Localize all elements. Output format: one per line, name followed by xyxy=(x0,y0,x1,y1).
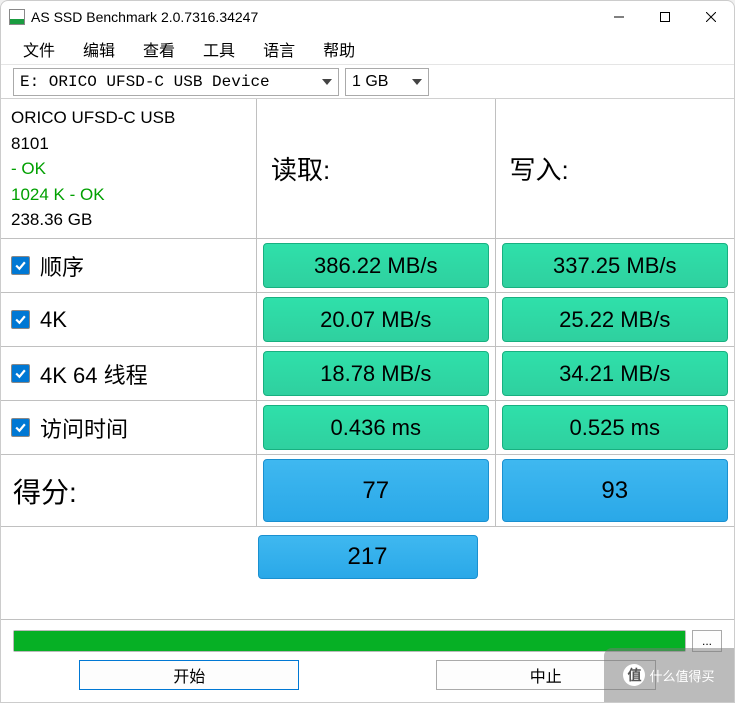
menu-view[interactable]: 查看 xyxy=(143,37,175,61)
4k64-read-value: 18.78 MB/s xyxy=(263,351,489,396)
menubar: 文件 编辑 查看 工具 语言 帮助 xyxy=(1,33,734,65)
device-status-1: - OK xyxy=(11,156,46,182)
total-score-row: 217 xyxy=(1,527,734,587)
device-name: ORICO UFSD-C USB xyxy=(11,105,175,131)
row-4k-label: 4K xyxy=(40,307,67,333)
device-capacity: 238.36 GB xyxy=(11,207,92,233)
score-total: 217 xyxy=(258,535,478,579)
size-select[interactable]: 1 GB xyxy=(345,68,429,96)
4k64-write-value: 34.21 MB/s xyxy=(502,351,729,396)
menu-help[interactable]: 帮助 xyxy=(323,37,355,61)
score-write: 93 xyxy=(502,459,729,522)
progress-area: ... xyxy=(1,620,734,656)
score-label: 得分: xyxy=(1,455,257,527)
row-access-label: 访问时间 xyxy=(40,412,128,444)
progress-bar xyxy=(13,630,686,652)
seq-read-value: 386.22 MB/s xyxy=(263,243,489,288)
progress-fill xyxy=(14,631,685,651)
maximize-button[interactable] xyxy=(642,1,688,33)
access-write-value: 0.525 ms xyxy=(502,405,729,450)
chevron-down-icon xyxy=(412,79,422,85)
titlebar: AS SSD Benchmark 2.0.7316.34247 xyxy=(1,1,734,33)
minimize-button[interactable] xyxy=(596,1,642,33)
4k-write-value: 25.22 MB/s xyxy=(502,297,729,342)
size-select-value: 1 GB xyxy=(352,73,388,91)
app-window: AS SSD Benchmark 2.0.7316.34247 文件 编辑 查看… xyxy=(0,0,735,703)
window-title: AS SSD Benchmark 2.0.7316.34247 xyxy=(31,9,258,25)
seq-write-value: 337.25 MB/s xyxy=(502,243,729,288)
checkbox-4k64[interactable] xyxy=(11,364,30,383)
button-row: 开始 中止 xyxy=(1,656,734,702)
start-button[interactable]: 开始 xyxy=(79,660,299,690)
row-4k64: 4K 64 线程 xyxy=(1,347,257,401)
checkbox-seq[interactable] xyxy=(11,256,30,275)
drive-select[interactable]: E: ORICO UFSD-C USB Device xyxy=(13,68,339,96)
column-header-read: 读取: xyxy=(257,99,496,239)
close-button[interactable] xyxy=(688,1,734,33)
column-header-write: 写入: xyxy=(496,99,735,239)
menu-language[interactable]: 语言 xyxy=(263,37,295,61)
checkbox-access[interactable] xyxy=(11,418,30,437)
row-seq-label: 顺序 xyxy=(40,250,84,282)
more-button[interactable]: ... xyxy=(692,630,722,652)
menu-tools[interactable]: 工具 xyxy=(203,37,235,61)
checkbox-4k[interactable] xyxy=(11,310,30,329)
row-4k: 4K xyxy=(1,293,257,347)
score-read: 77 xyxy=(263,459,489,522)
device-status-2: 1024 K - OK xyxy=(11,182,105,208)
device-model: 8101 xyxy=(11,131,49,157)
menu-file[interactable]: 文件 xyxy=(23,37,55,61)
access-read-value: 0.436 ms xyxy=(263,405,489,450)
row-access: 访问时间 xyxy=(1,401,257,455)
menu-edit[interactable]: 编辑 xyxy=(83,37,115,61)
device-info: ORICO UFSD-C USB 8101 - OK 1024 K - OK 2… xyxy=(1,99,257,239)
4k-read-value: 20.07 MB/s xyxy=(263,297,489,342)
app-icon xyxy=(9,9,25,25)
row-4k64-label: 4K 64 线程 xyxy=(40,358,148,390)
drive-select-value: E: ORICO UFSD-C USB Device xyxy=(20,73,270,91)
chevron-down-icon xyxy=(322,79,332,85)
selector-row: E: ORICO UFSD-C USB Device 1 GB xyxy=(1,65,734,99)
row-seq: 顺序 xyxy=(1,239,257,293)
stop-button[interactable]: 中止 xyxy=(436,660,656,690)
results-grid: ORICO UFSD-C USB 8101 - OK 1024 K - OK 2… xyxy=(1,99,734,620)
